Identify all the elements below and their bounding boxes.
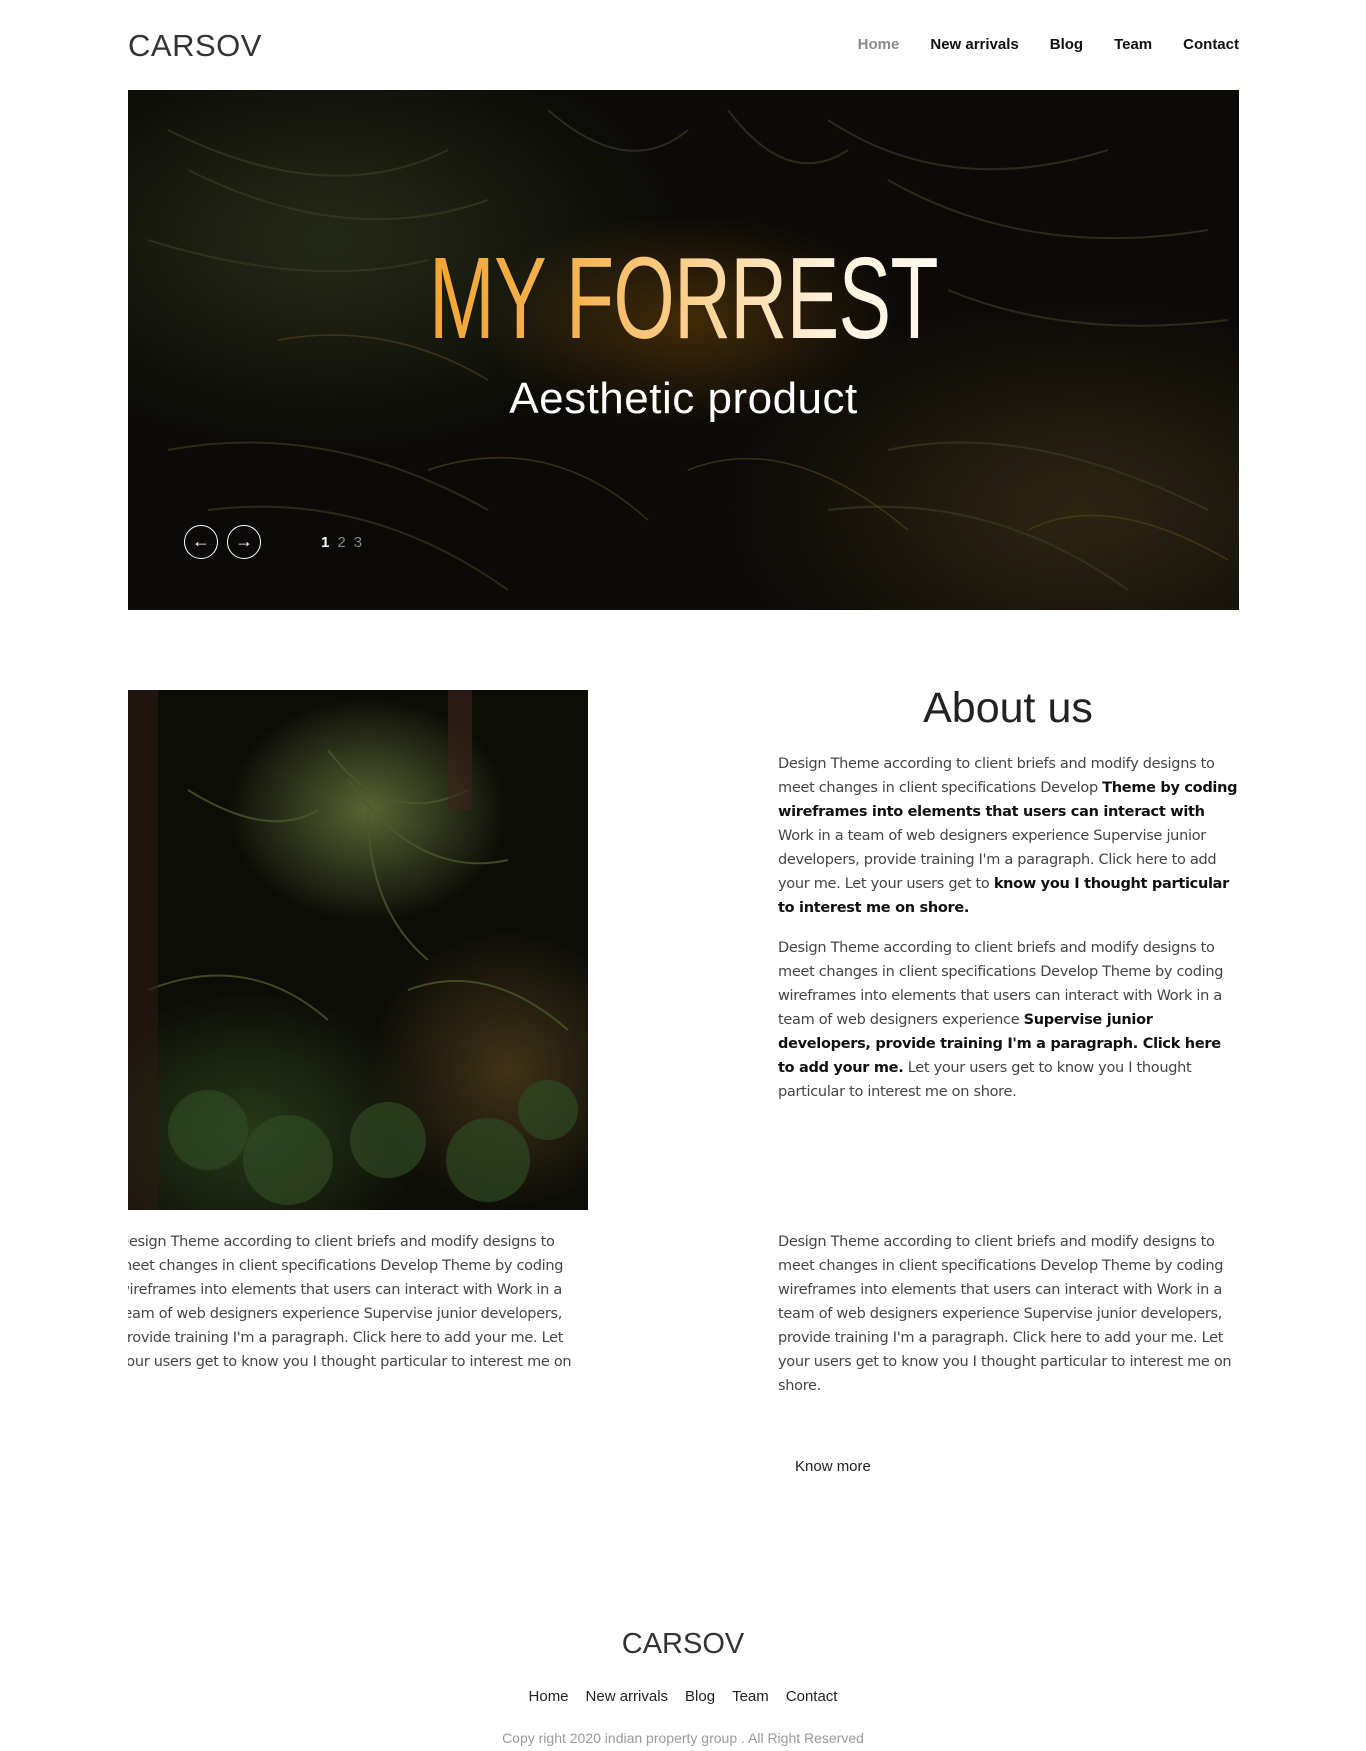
- about-paragraph-4: Design Theme according to client briefs …: [778, 1234, 1232, 1394]
- about-paragraph-2: Design Theme according to client briefs …: [778, 936, 1240, 1104]
- nav-home[interactable]: Home: [858, 36, 900, 53]
- about-paragraph-1: Design Theme according to client briefs …: [778, 752, 1240, 920]
- nav-blog[interactable]: Blog: [1050, 36, 1083, 53]
- footer-nav-blog[interactable]: Blog: [685, 1688, 715, 1705]
- slide-page-1[interactable]: 1: [321, 534, 329, 551]
- hero-slider: MY FORREST Aesthetic product ← → 1 2 3: [128, 90, 1239, 610]
- main-nav: Home New arrivals Blog Team Contact: [858, 36, 1239, 53]
- about-paragraph-3: Design Theme according to client briefs …: [128, 1234, 572, 1380]
- nav-contact[interactable]: Contact: [1183, 36, 1239, 53]
- arrow-right-icon[interactable]: →: [227, 525, 261, 559]
- about-image: [128, 690, 588, 1210]
- footer-logo[interactable]: CARSOV: [0, 1628, 1366, 1661]
- site-logo[interactable]: CARSOV: [128, 28, 262, 64]
- about-title: About us: [923, 684, 1093, 732]
- left-paragraph-wrapper: Design Theme according to client briefs …: [128, 1230, 590, 1380]
- slide-page-3[interactable]: 3: [354, 534, 362, 551]
- footer-nav-team[interactable]: Team: [732, 1688, 769, 1705]
- site-header: CARSOV Home New arrivals Blog Team Conta…: [128, 28, 1239, 64]
- nav-new-arrivals[interactable]: New arrivals: [930, 36, 1018, 53]
- slide-page-2[interactable]: 2: [337, 534, 345, 551]
- hero-title: MY FORREST: [306, 240, 1061, 356]
- jungle-foliage-image: [128, 690, 578, 1210]
- footer-nav: Home New arrivals Blog Team Contact: [0, 1688, 1366, 1705]
- know-more-link[interactable]: Know more: [795, 1458, 871, 1475]
- footer-nav-new-arrivals[interactable]: New arrivals: [586, 1688, 669, 1705]
- footer-nav-contact[interactable]: Contact: [786, 1688, 838, 1705]
- arrow-left-icon[interactable]: ←: [184, 525, 218, 559]
- footer-nav-home[interactable]: Home: [529, 1688, 569, 1705]
- nav-team[interactable]: Team: [1114, 36, 1152, 53]
- text-p2-0: Design Theme according to client briefs …: [778, 940, 1224, 1028]
- slide-pager: 1 2 3: [321, 534, 362, 551]
- copyright-text: Copy right 2020 indian property group . …: [502, 1730, 864, 1746]
- hero-subtitle: Aesthetic product: [509, 374, 858, 423]
